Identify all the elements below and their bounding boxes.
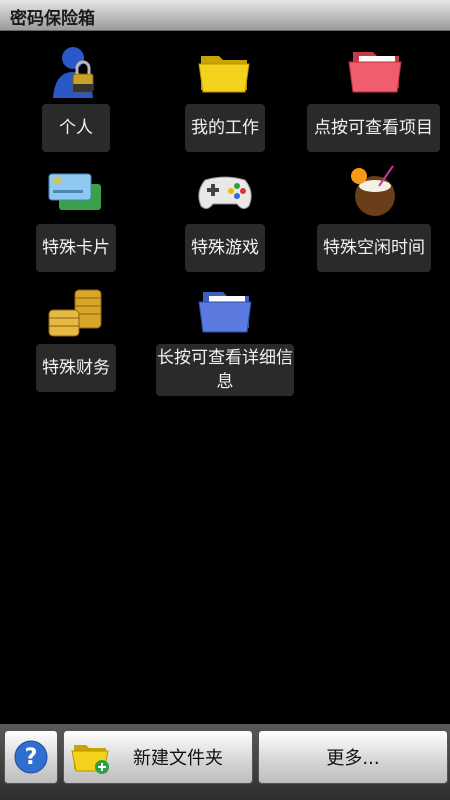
grid-item-special-cards[interactable]: 特殊卡片 [0,162,150,277]
credit-cards-icon [45,162,105,222]
pink-folder-icon [345,42,405,102]
coconut-drink-icon [345,162,405,222]
yellow-folder-icon [195,42,255,102]
app-title: 密码保险箱 [10,9,95,29]
grid-item-long-press-details[interactable]: 长按可查看详细信息 [150,282,300,402]
grid-label: 特殊卡片 [36,224,116,272]
grid-item-special-games[interactable]: 特殊游戏 [150,162,300,277]
gamepad-icon [195,162,255,222]
more-button[interactable]: 更多... [258,730,448,784]
help-button[interactable]: ? [4,730,58,784]
grid-label: 特殊游戏 [185,224,265,272]
folder-add-icon [71,745,109,774]
coins-icon [45,282,105,342]
grid-item-tap-view[interactable]: 点按可查看项目 [300,42,450,157]
blue-folder-icon [195,282,255,342]
grid-label: 长按可查看详细信息 [156,344,294,396]
grid-item-personal[interactable]: 个人 [0,42,150,157]
grid-item-special-leisure[interactable]: 特殊空闲时间 [300,162,450,277]
grid-label: 点按可查看项目 [307,104,440,152]
grid-label: 个人 [42,104,110,152]
grid-item-special-finance[interactable]: 特殊财务 [0,282,150,397]
bottom-toolbar: ? 新建文件夹 更多... [0,724,450,800]
grid-label: 我的工作 [185,104,265,152]
grid-item-my-work[interactable]: 我的工作 [150,42,300,157]
more-label: 更多... [326,748,380,769]
svg-text:?: ? [25,745,38,770]
help-icon: ? [14,740,48,774]
grid-label: 特殊财务 [36,344,116,392]
new-folder-button[interactable]: 新建文件夹 [63,730,253,784]
new-folder-label: 新建文件夹 [133,748,223,769]
user-lock-icon [45,42,105,102]
title-bar: 密码保险箱 [0,0,450,31]
grid-label: 特殊空闲时间 [317,224,431,272]
